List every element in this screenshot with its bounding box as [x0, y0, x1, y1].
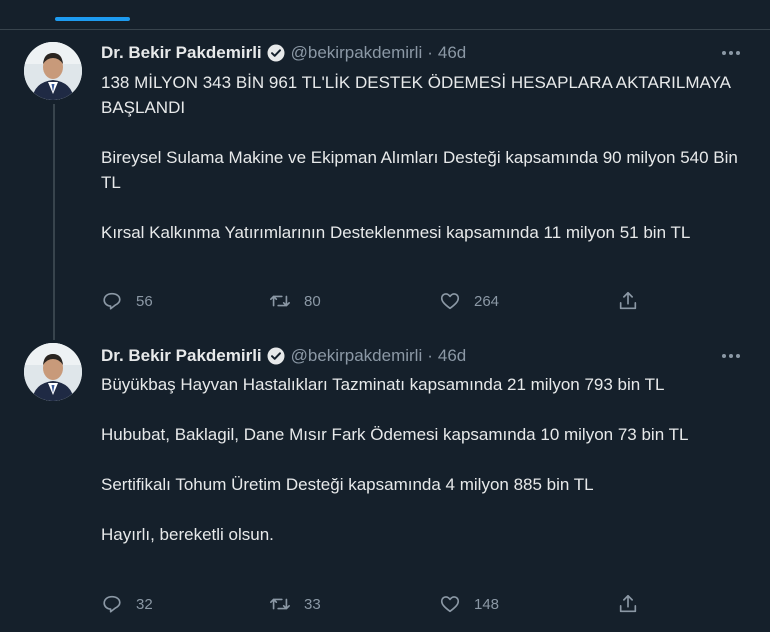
- reply-count: 32: [136, 595, 153, 613]
- tweet-paragraph: 138 MİLYON 343 BİN 961 TL'LİK DESTEK ÖDE…: [101, 73, 731, 117]
- retweet-count: 80: [304, 292, 321, 310]
- active-tab-indicator: [55, 17, 130, 21]
- tweet-timestamp[interactable]: 46d: [438, 346, 466, 366]
- tweet-text: Büyükbaş Hayvan Hastalıkları Tazminatı k…: [101, 372, 741, 547]
- retweet-icon: [270, 598, 290, 610]
- reply-button[interactable]: 56: [101, 287, 153, 315]
- retweet-count: 33: [304, 595, 321, 613]
- tweet-paragraph: Hayırlı, bereketli olsun.: [101, 525, 274, 544]
- tweet[interactable]: Dr. Bekir Pakdemirli @bekirpakdemirli · …: [0, 30, 770, 335]
- tweet-header: Dr. Bekir Pakdemirli @bekirpakdemirli · …: [101, 344, 466, 368]
- tweet-text: 138 MİLYON 343 BİN 961 TL'LİK DESTEK ÖDE…: [101, 70, 741, 245]
- tweet-paragraph: Sertifikalı Tohum Üretim Desteği kapsamı…: [101, 475, 594, 494]
- verified-badge-icon: [267, 347, 285, 365]
- author-name[interactable]: Dr. Bekir Pakdemirli: [101, 43, 262, 63]
- tweet-paragraph: Hububat, Baklagil, Dane Mısır Fark Ödeme…: [101, 425, 689, 444]
- reply-count: 56: [136, 292, 153, 310]
- tweet-paragraph: Büyükbaş Hayvan Hastalıkları Tazminatı k…: [101, 375, 665, 394]
- like-button[interactable]: 264: [439, 287, 499, 315]
- author-handle[interactable]: @bekirpakdemirli: [291, 346, 423, 366]
- reply-icon: [103, 292, 121, 310]
- like-icon: [440, 596, 460, 613]
- share-button[interactable]: [617, 287, 639, 315]
- tweet-paragraph: Kırsal Kalkınma Yatırımlarının Desteklen…: [101, 223, 691, 242]
- author-name[interactable]: Dr. Bekir Pakdemirli: [101, 346, 262, 366]
- top-tab-bar: [0, 0, 770, 30]
- tweet-timestamp[interactable]: 46d: [438, 43, 466, 63]
- avatar[interactable]: [24, 343, 82, 401]
- share-icon: [619, 291, 637, 310]
- more-icon[interactable]: [717, 41, 745, 65]
- avatar-image: [24, 42, 82, 100]
- reply-icon: [103, 595, 121, 613]
- retweet-button[interactable]: 80: [269, 287, 321, 315]
- separator-dot: ·: [427, 43, 433, 62]
- reply-button[interactable]: 32: [101, 590, 153, 618]
- like-icon: [440, 293, 460, 310]
- separator-dot: ·: [427, 346, 433, 365]
- avatar-image: [24, 343, 82, 401]
- like-button[interactable]: 148: [439, 590, 499, 618]
- like-count: 264: [474, 292, 500, 310]
- verified-badge-icon: [267, 44, 285, 62]
- tweet-header: Dr. Bekir Pakdemirli @bekirpakdemirli · …: [101, 41, 466, 65]
- more-icon[interactable]: [717, 344, 745, 368]
- tweet-actions: 32 33 148: [101, 590, 661, 618]
- avatar[interactable]: [24, 42, 82, 100]
- share-icon: [619, 594, 637, 613]
- tweet-actions: 56 80 264: [101, 287, 661, 315]
- like-count: 148: [474, 595, 500, 613]
- retweet-icon: [270, 295, 290, 307]
- share-button[interactable]: [617, 590, 639, 618]
- author-handle[interactable]: @bekirpakdemirli: [291, 43, 423, 63]
- retweet-button[interactable]: 33: [269, 590, 321, 618]
- tweet-paragraph: Bireysel Sulama Makine ve Ekipman Alımla…: [101, 148, 738, 192]
- tweet[interactable]: Dr. Bekir Pakdemirli @bekirpakdemirli · …: [0, 335, 770, 632]
